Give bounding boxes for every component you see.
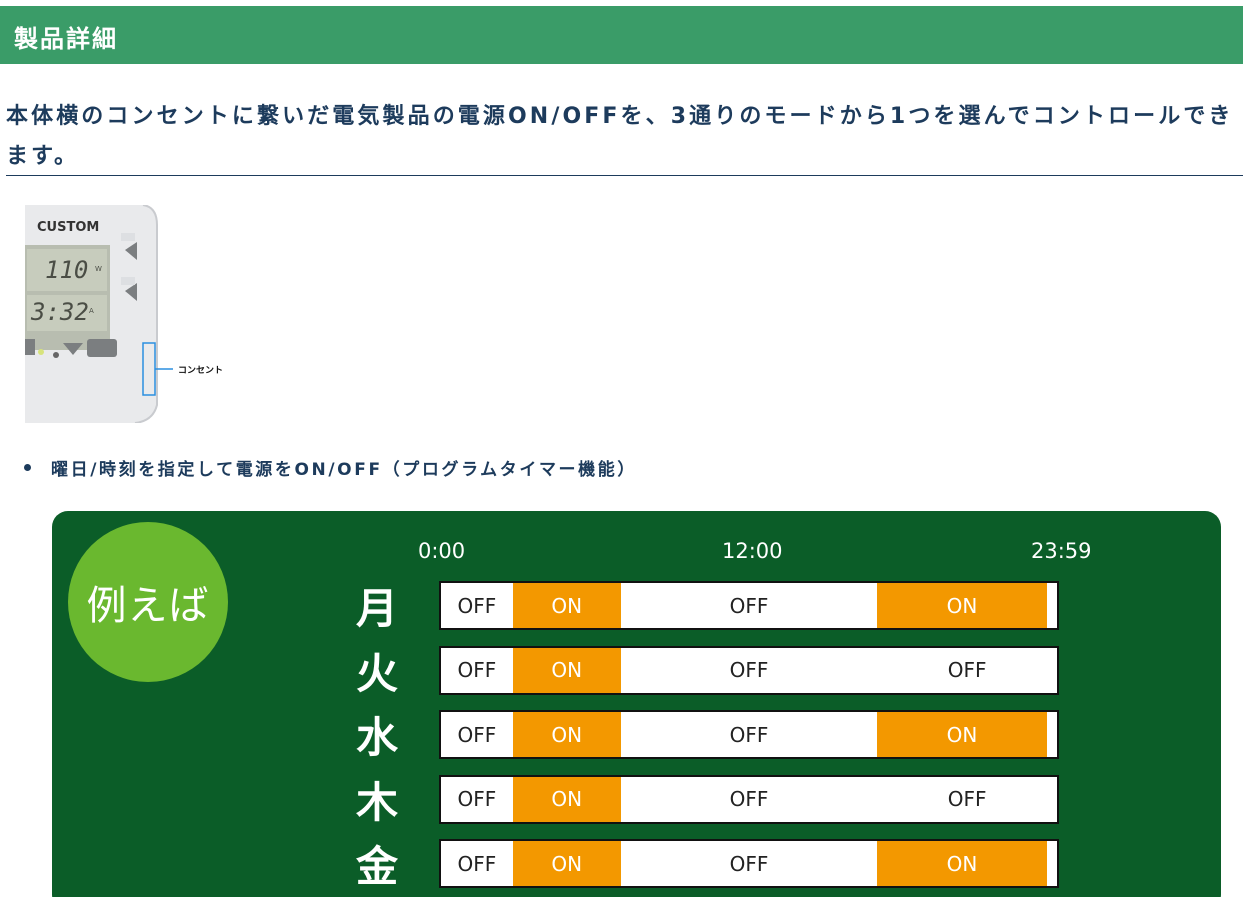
svg-text:W: W	[95, 265, 102, 273]
lead-text: 本体横のコンセントに繋いだ電気製品の電源ON/OFFを、3通りのモードから1つを…	[6, 104, 1234, 169]
time-label-noon: 12:00	[722, 539, 783, 563]
day-timeline: OFF ON OFF ON	[439, 581, 1059, 630]
example-badge: 例えば	[68, 522, 228, 682]
bullet-icon	[24, 464, 31, 471]
segment-off: OFF	[457, 593, 497, 618]
segment-off: OFF	[457, 787, 497, 811]
section-header: 製品詳細	[0, 6, 1243, 64]
segment-on: ON	[512, 841, 621, 886]
day-label: 火	[355, 648, 398, 698]
day-label: 木	[355, 777, 398, 827]
svg-text:A: A	[89, 307, 94, 315]
segment-off: OFF	[457, 722, 497, 747]
schedule-example-panel: 例えば 0:00 12:00 23:59 月 OFF ON OFF ON 火 OFF ON OF…	[52, 511, 1221, 897]
feature-bullet-text: 曜日/時刻を指定して電源をON/OFF（プログラムタイマー機能）	[51, 460, 637, 480]
product-image: CUSTOM 110 W 3:32 A コンセント	[25, 205, 240, 423]
segment-on: ON	[877, 841, 1047, 886]
segment-off	[1047, 712, 1057, 757]
section-title: 製品詳細	[14, 25, 118, 53]
outlet-callout: コンセント	[178, 365, 223, 376]
day-timeline: OFF ON OFF ON	[439, 839, 1059, 888]
day-label: 金	[355, 842, 398, 891]
segment-on: ON	[877, 712, 1047, 757]
time-label-end: 23:59	[1031, 539, 1092, 563]
svg-text:110: 110	[45, 256, 88, 284]
segment-off	[1047, 583, 1057, 628]
segment-on: ON	[512, 776, 621, 822]
svg-text:3:32: 3:32	[30, 298, 89, 326]
day-timeline: OFF ON OFF OFF	[439, 645, 1059, 695]
segment-off	[1047, 841, 1057, 886]
divider	[6, 175, 1243, 176]
segment-off: OFF	[947, 658, 987, 682]
segment-on: ON	[512, 647, 621, 693]
day-label: 水	[355, 713, 398, 762]
segment-off: OFF	[947, 787, 987, 811]
segment-off: OFF	[457, 658, 497, 682]
segment-off: OFF	[729, 722, 769, 747]
brand-label: CUSTOM	[37, 220, 99, 235]
segment-on: ON	[512, 712, 621, 757]
segment-on: ON	[877, 583, 1047, 628]
segment-off: OFF	[729, 851, 769, 876]
day-label: 月	[355, 584, 398, 633]
segment-off: OFF	[729, 593, 769, 618]
feature-bullet: 曜日/時刻を指定して電源をON/OFF（プログラムタイマー機能）	[20, 455, 637, 480]
time-label-start: 0:00	[418, 539, 466, 563]
day-timeline: OFF ON OFF ON	[439, 710, 1059, 759]
segment-on: ON	[512, 583, 621, 628]
segment-off: OFF	[457, 851, 497, 876]
day-timeline: OFF ON OFF OFF	[439, 774, 1059, 824]
segment-off: OFF	[729, 787, 769, 811]
segment-off: OFF	[729, 658, 769, 682]
